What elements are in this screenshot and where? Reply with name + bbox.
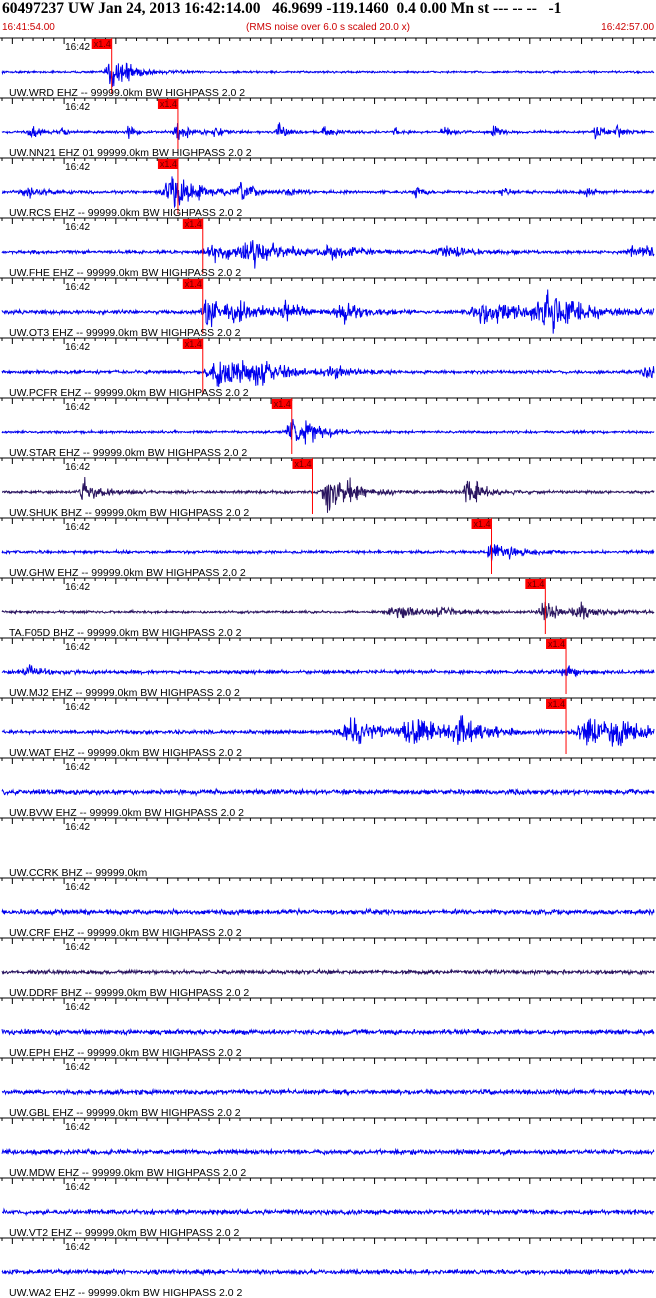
time-tick-label: 16:42: [65, 522, 90, 533]
time-tick-label: 16:42: [65, 102, 90, 113]
channel-label: UW.RCS EHZ -- 99999.0km BW HIGHPASS 2.0 …: [9, 207, 242, 219]
seismogram-trace: [1, 1027, 655, 1037]
time-tick-label: 16:42: [65, 42, 90, 53]
channel-label: UW.MDW EHZ -- 99999.0km BW HIGHPASS 2.0 …: [9, 1167, 246, 1179]
channel-label: UW.PCFR EHZ -- 99999.0km BW HIGHPASS 2.0…: [9, 387, 249, 399]
time-tick-label: 16:42: [65, 342, 90, 353]
time-tick-label: 16:42: [65, 162, 90, 173]
channel-label: UW.DDRF BHZ -- 99999.0km BW HIGHPASS 2.0…: [9, 987, 249, 999]
time-tick-label: 16:42: [65, 762, 90, 773]
seismogram-trace: [1, 1267, 655, 1277]
event-title: 60497237 UW Jan 24, 2013 16:42:14.00 46.…: [2, 0, 562, 17]
channel-label: UW.GHW EHZ -- 99999.0km BW HIGHPASS 2.0 …: [9, 567, 246, 579]
seismogram-trace: [1, 240, 655, 269]
time-tick-label: 16:42: [65, 582, 90, 593]
pick-label: x1.4: [185, 279, 202, 289]
seismogram-trace: [1, 544, 655, 562]
seismogram-trace: [1, 62, 655, 87]
seismogram-trace: [1, 1147, 655, 1157]
time-tick-label: 16:42: [65, 822, 90, 833]
time-tick-label: 16:42: [65, 702, 90, 713]
seismogram-trace: [1, 715, 655, 747]
channel-label: UW.WA2 EHZ -- 99999.0km BW HIGHPASS 2.0 …: [9, 1287, 243, 1298]
channel-label: UW.STAR EHZ -- 99999.0km BW HIGHPASS 2.0…: [9, 447, 247, 459]
time-tick-label: 16:42: [65, 1002, 90, 1013]
time-tick-label: 16:42: [65, 282, 90, 293]
pick-label: x1.4: [548, 639, 565, 649]
seismogram-trace: [1, 967, 655, 977]
channel-label: UW.MJ2 EHZ -- 99999.0km BW HIGHPASS 2.0 …: [9, 687, 240, 699]
pick-label: x1.4: [185, 339, 202, 349]
seismogram-panel: 16:42 x1.4UW.WRD EHZ -- 99999.0km BW HIGH…: [0, 37, 656, 1298]
channel-label: UW.OT3 EHZ -- 99999.0km BW HIGHPASS 2.0 …: [9, 327, 241, 339]
seismogram-trace: [1, 1207, 655, 1217]
channel-label: UW.WAT EHZ -- 99999.0km BW HIGHPASS 2.0 …: [9, 747, 242, 759]
time-tick-label: 16:42: [65, 882, 90, 893]
seismogram-trace: [1, 360, 655, 387]
time-tick-label: 16:42: [65, 1182, 90, 1193]
time-tick-label: 16:42: [65, 942, 90, 953]
end-time: 16:42:57.00: [601, 22, 654, 33]
time-tick-label: 16:42: [65, 1242, 90, 1253]
time-tick-label: 16:42: [65, 642, 90, 653]
time-tick-label: 16:42: [65, 1062, 90, 1073]
channel-label: UW.VT2 EHZ -- 99999.0km BW HIGHPASS 2.0 …: [9, 1227, 239, 1239]
channel-label: UW.FHE EHZ -- 99999.0km BW HIGHPASS 2.0 …: [9, 267, 241, 279]
channel-label: UW.EPH EHZ -- 99999.0km BW HIGHPASS 2.0 …: [9, 1047, 242, 1059]
seismogram-trace: [1, 419, 655, 445]
pick-label: x1.4: [160, 99, 177, 109]
time-tick-label: 16:42: [65, 462, 90, 473]
pick-label: x1.4: [94, 39, 111, 49]
seismogram-trace: [1, 787, 655, 797]
seismogram-trace: [1, 122, 655, 140]
channel-label: UW.SHUK BHZ -- 99999.0km BW HIGHPASS 2.0…: [9, 507, 249, 519]
pick-label: x1.4: [274, 399, 291, 409]
plot-header: 60497237 UW Jan 24, 2013 16:42:14.00 46.…: [0, 0, 656, 36]
time-tick-label: 16:42: [65, 402, 90, 413]
channel-label: UW.CCRK BHZ -- 99999.0km: [9, 867, 148, 879]
channel-label: UW.BVW EHZ -- 99999.0km BW HIGHPASS 2.0 …: [9, 807, 244, 819]
seismogram-trace: [1, 1087, 655, 1097]
time-tick-label: 16:42: [65, 1122, 90, 1133]
channel-label: UW.WRD EHZ -- 99999.0km BW HIGHPASS 2.0 …: [9, 87, 245, 99]
seismogram-trace: [1, 601, 655, 621]
pick-label: x1.4: [160, 159, 177, 169]
channel-label: UW.CRF EHZ -- 99999.0km BW HIGHPASS 2.0 …: [9, 927, 242, 939]
pick-label: x1.4: [185, 219, 202, 229]
pick-label: x1.4: [527, 579, 544, 589]
seismogram-trace: [1, 907, 655, 917]
seismogram-trace: [1, 176, 655, 209]
pick-label: x1.4: [294, 459, 311, 469]
channel-label: UW.NN21 EHZ 01 99999.0km BW HIGHPASS 2.0…: [9, 147, 252, 159]
channel-label: UW.GBL EHZ -- 99999.0km BW HIGHPASS 2.0 …: [9, 1107, 241, 1119]
pick-label: x1.4: [548, 699, 565, 709]
pick-label: x1.4: [474, 519, 491, 529]
scaling-note: (RMS noise over 6.0 s scaled 20.0 x): [246, 22, 410, 33]
seismogram-trace: [1, 664, 655, 678]
time-tick-label: 16:42: [65, 222, 90, 233]
channel-label: TA.F05D BHZ -- 99999.0km BW HIGHPASS 2.0…: [9, 627, 242, 639]
